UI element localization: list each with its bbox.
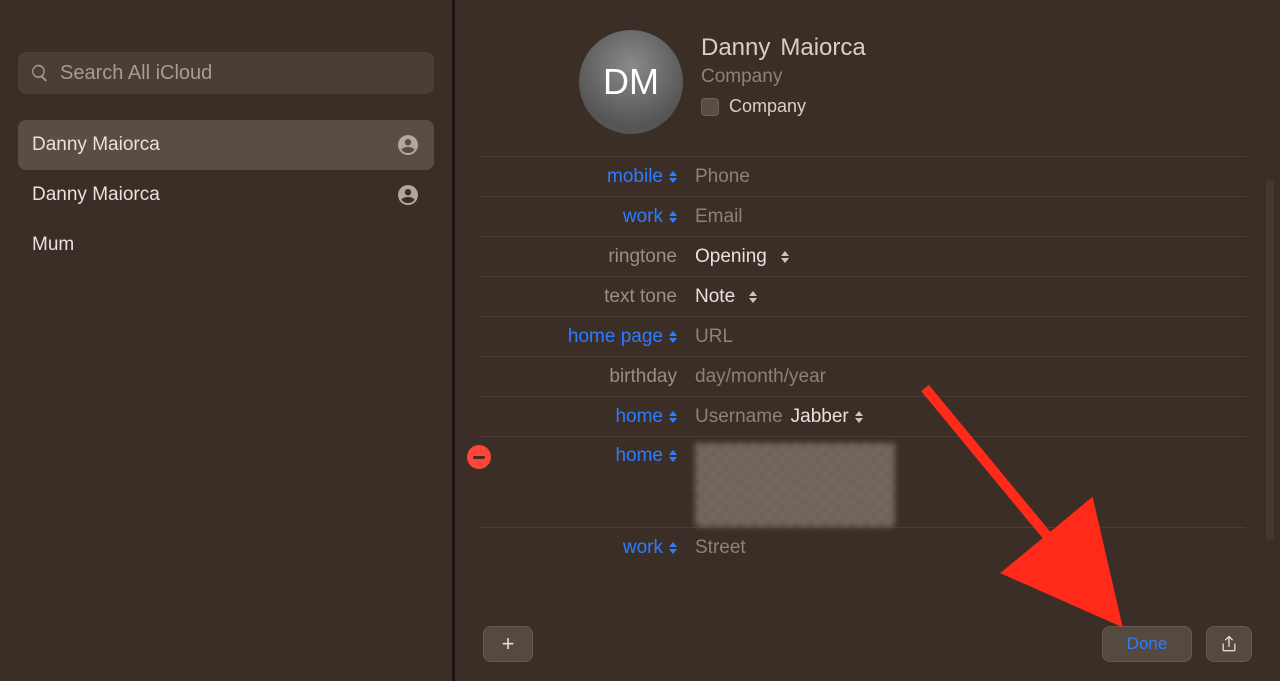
contact-list-item[interactable]: Danny Maiorca [18,120,434,170]
search-field[interactable] [18,52,434,94]
birthday-label: birthday [479,366,685,388]
url-input[interactable]: URL [695,326,733,348]
chevron-updown-icon [669,450,677,462]
chevron-updown-icon [669,331,677,343]
person-icon [396,133,420,157]
first-name[interactable]: Danny [701,34,770,61]
done-button[interactable]: Done [1102,626,1192,662]
field-row-birthday: birthday day/month/year [479,356,1246,396]
address-home-label-picker[interactable]: home [479,437,685,467]
field-row-home-address: home [479,436,1246,527]
company-checkbox-row: Company [701,96,866,117]
contact-name: Mum [32,234,74,256]
avatar[interactable]: DM [579,30,683,134]
sidebar: Danny Maiorca Danny Maiorca Mum [0,0,455,681]
texttone-label: text tone [479,286,685,308]
address-work-label-picker[interactable]: work [479,537,685,559]
contact-name: Danny Maiorca [32,184,160,206]
field-row-work-address: work Street [479,527,1246,567]
scrollbar[interactable] [1266,180,1274,540]
contacts-app: Danny Maiorca Danny Maiorca Mum DM Danny… [0,0,1280,681]
email-input[interactable]: Email [695,206,743,228]
chevron-updown-icon [749,291,757,303]
company-checkbox[interactable] [701,98,719,116]
contact-list-item[interactable]: Danny Maiorca [18,170,434,220]
share-icon [1219,634,1239,654]
contact-list-item[interactable]: Mum [18,220,434,270]
field-row-email: work Email [479,196,1246,236]
field-row-mobile: mobile Phone [479,156,1246,196]
phone-input[interactable]: Phone [695,166,750,188]
username-input[interactable]: Username [695,406,783,428]
im-label-picker[interactable]: home [479,406,685,428]
add-field-button[interactable]: + [483,626,533,662]
contact-name: Danny Maiorca [32,134,160,156]
chevron-updown-icon [669,411,677,423]
contact-list: Danny Maiorca Danny Maiorca Mum [18,120,434,270]
im-service-picker[interactable]: Jabber [791,406,863,428]
company-field[interactable]: Company [701,66,866,88]
field-row-texttone: text tone Note [479,276,1246,316]
chevron-updown-icon [669,211,677,223]
mobile-label-picker[interactable]: mobile [479,166,685,188]
ringtone-label: ringtone [479,246,685,268]
field-row-ringtone: ringtone Opening [479,236,1246,276]
address-redacted[interactable] [695,443,895,527]
field-row-homepage: home page URL [479,316,1246,356]
homepage-label-picker[interactable]: home page [479,326,685,348]
company-checkbox-label: Company [729,96,806,117]
person-icon [396,183,420,207]
ringtone-picker[interactable]: Opening [685,246,1246,268]
texttone-picker[interactable]: Note [685,286,1246,308]
name-fields[interactable]: Danny Maiorca [701,34,866,62]
detail-footer: + Done [455,615,1280,681]
search-input[interactable] [60,62,422,85]
contact-header: DM Danny Maiorca Company Company [579,30,1246,134]
contact-detail: DM Danny Maiorca Company Company mobile P… [455,0,1280,681]
search-icon [30,63,50,83]
chevron-updown-icon [781,251,789,263]
chevron-updown-icon [855,411,863,423]
birthday-input[interactable]: day/month/year [695,366,826,388]
last-name[interactable]: Maiorca [780,34,865,61]
chevron-updown-icon [669,542,677,554]
street-input[interactable]: Street [695,537,746,559]
share-button[interactable] [1206,626,1252,662]
chevron-updown-icon [669,171,677,183]
email-label-picker[interactable]: work [479,206,685,228]
fields-list: mobile Phone work Email ringtone Opening… [479,156,1246,567]
field-row-im: home Username Jabber [479,396,1246,436]
